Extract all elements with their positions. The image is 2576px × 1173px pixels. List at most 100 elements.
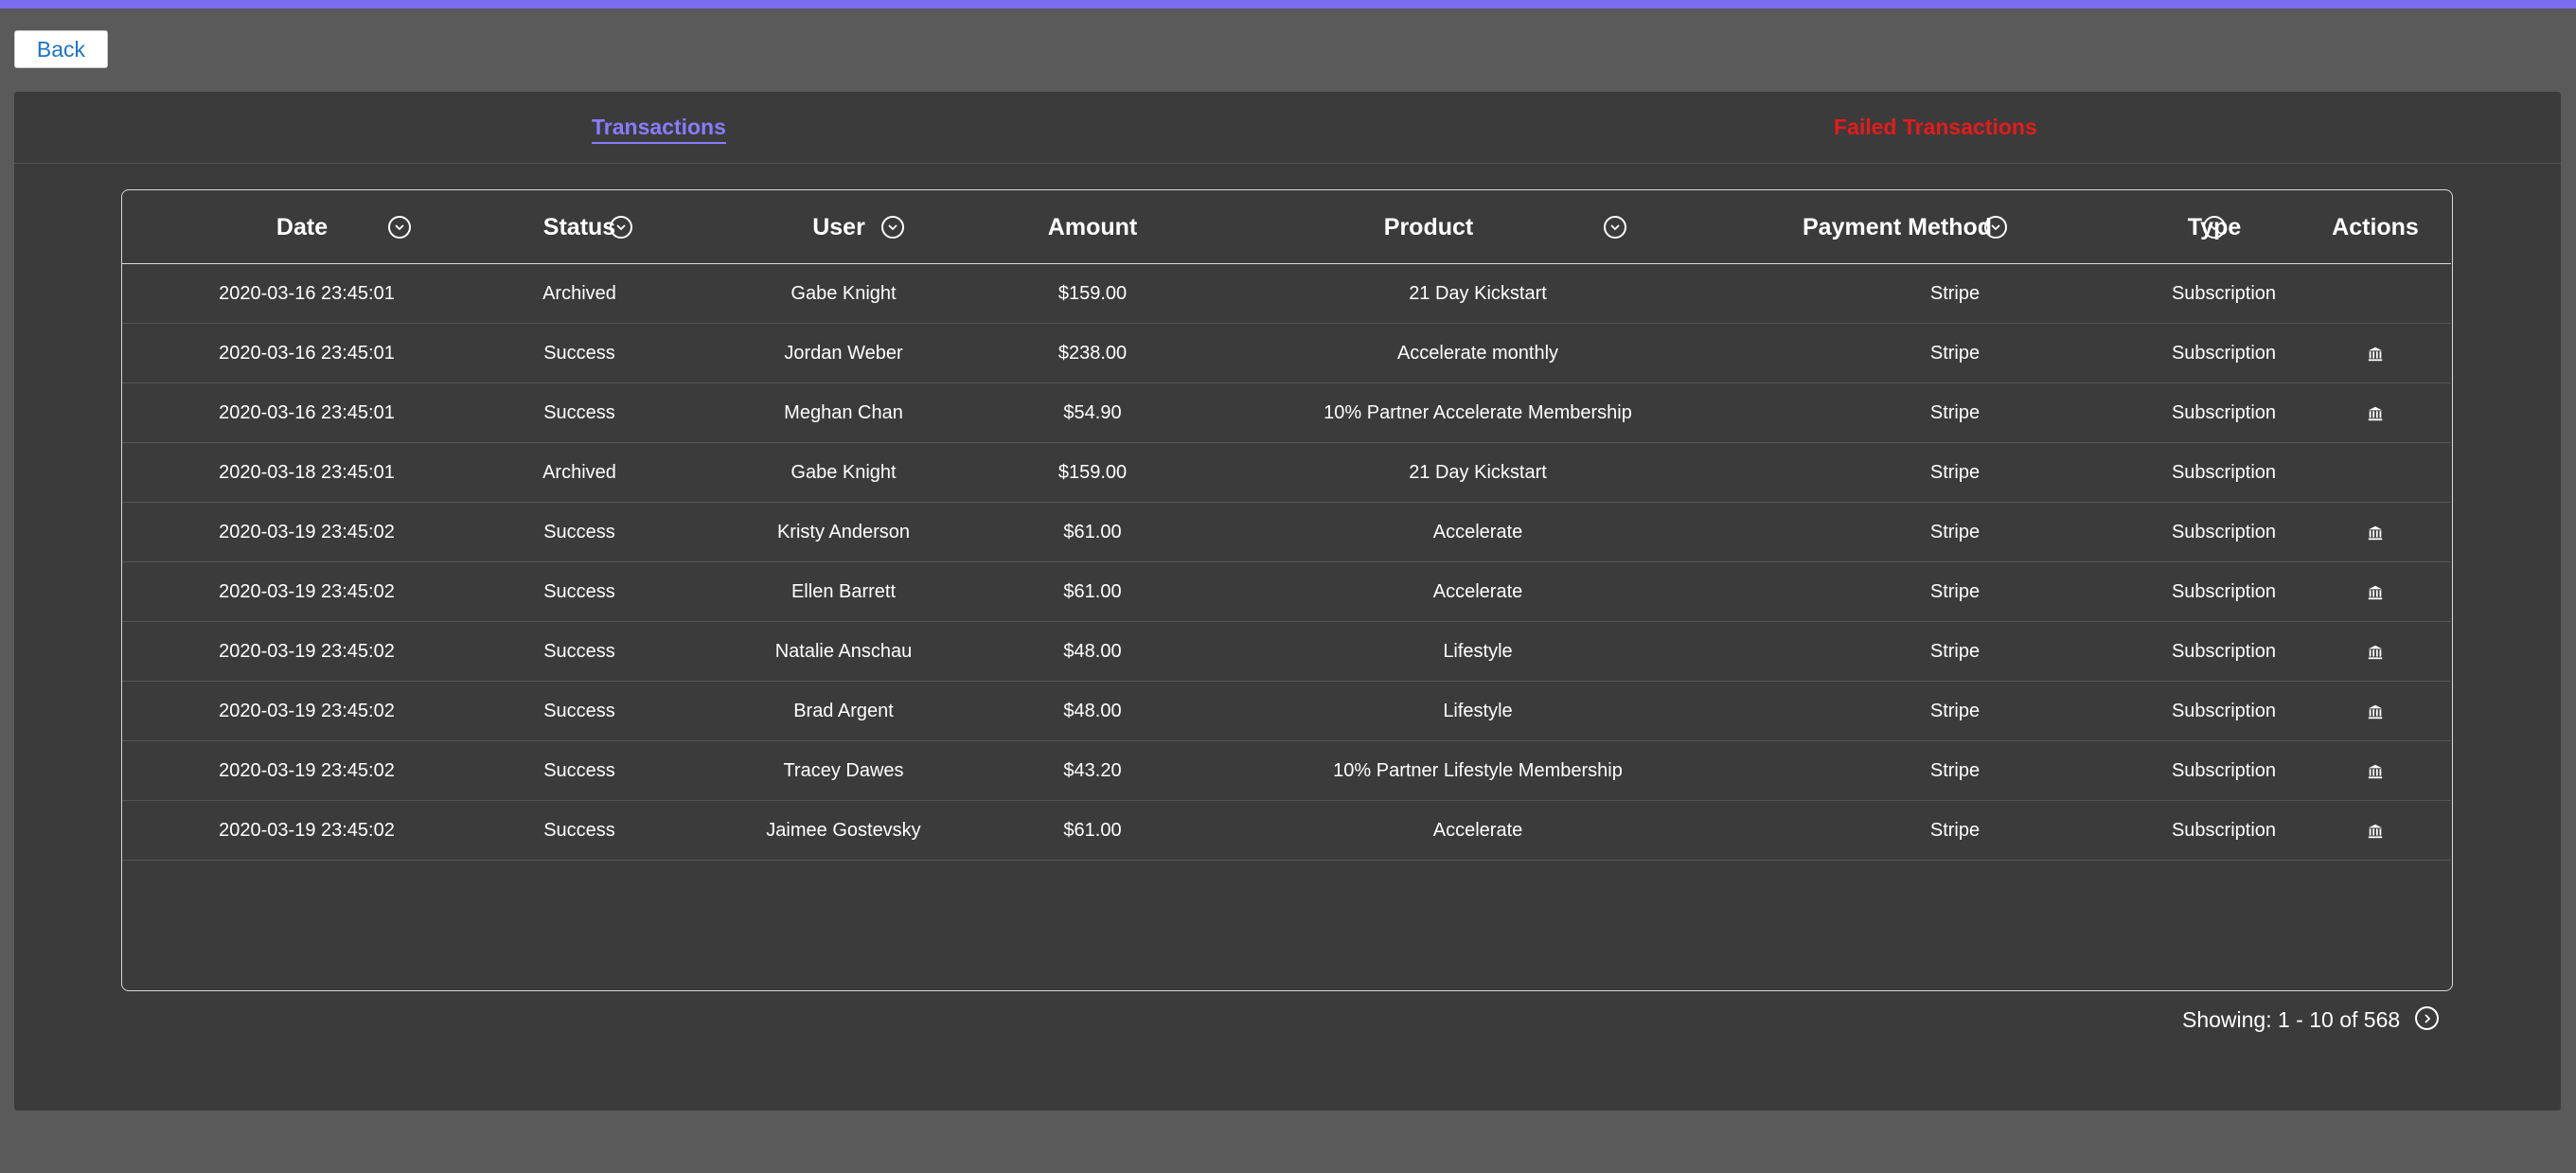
cell-amount: $54.90 (1063, 402, 1122, 423)
cell-actions (2337, 264, 2413, 324)
cell-date: 2020-03-16 23:45:01 (219, 343, 395, 364)
cell-status: Success (543, 343, 615, 364)
bank-icon[interactable] (2366, 822, 2385, 841)
cell-date: 2020-03-19 23:45:02 (219, 522, 395, 542)
tab-failed-transactions[interactable]: Failed Transactions (1834, 115, 2037, 142)
cell-amount: $159.00 (1057, 283, 1128, 304)
cell-amount: $61.00 (1063, 581, 1122, 602)
table-body: 2020-03-16 23:45:01 Archived Gabe Knight… (122, 264, 2451, 861)
cell-actions (2337, 383, 2413, 443)
cell-user: Jaimee Gostevsky (766, 820, 921, 841)
cell-product: Accelerate (1432, 820, 1523, 841)
cell-type: Subscription (2171, 462, 2277, 483)
cell-user: Tracey Dawes (783, 760, 904, 781)
bank-icon[interactable] (2366, 583, 2385, 602)
cell-product: Accelerate monthly (1396, 343, 1559, 364)
table-row: 2020-03-16 23:45:01 Archived Gabe Knight… (122, 264, 2451, 324)
cell-status: Archived (542, 462, 616, 483)
header-actions-label: Actions (2332, 213, 2419, 240)
cell-date: 2020-03-19 23:45:02 (219, 820, 395, 841)
bank-icon[interactable] (2366, 702, 2385, 721)
sort-payment-method-chevron-down-icon[interactable] (1984, 216, 2007, 239)
cell-amount: $159.00 (1057, 462, 1128, 483)
header-status-label: Status (542, 213, 616, 240)
bank-icon[interactable] (2366, 524, 2385, 542)
cell-status: Success (543, 581, 615, 602)
header-actions: Actions (2300, 190, 2451, 264)
table-row: 2020-03-19 23:45:02 Success Natalie Ansc… (122, 622, 2451, 682)
cell-payment-method: Stripe (1929, 283, 1981, 304)
header-product-label: Product (1383, 213, 1474, 240)
top-accent-bar (0, 0, 2576, 9)
cell-type: Subscription (2171, 701, 2277, 721)
sort-product-chevron-down-icon[interactable] (1604, 216, 1626, 239)
table-row: 2020-03-16 23:45:01 Success Meghan Chan … (122, 383, 2451, 443)
header-amount: Amount (1022, 190, 1164, 264)
cell-product: 21 Day Kickstart (1409, 462, 1547, 483)
transactions-panel: Transactions Failed Transactions Date St… (14, 92, 2561, 1111)
sort-date-chevron-down-icon[interactable] (388, 216, 411, 239)
header-status: Status (504, 190, 655, 264)
cell-amount: $48.00 (1063, 641, 1122, 662)
cell-status: Success (543, 760, 615, 781)
cell-status: Success (543, 522, 615, 542)
cell-status: Success (543, 641, 615, 662)
bank-icon[interactable] (2366, 345, 2385, 364)
cell-product: 21 Day Kickstart (1409, 283, 1547, 304)
header-user-label: User (812, 213, 865, 240)
cell-type: Subscription (2171, 760, 2277, 781)
cell-type: Subscription (2171, 820, 2277, 841)
back-button[interactable]: Back (14, 30, 108, 68)
sort-status-chevron-down-icon[interactable] (610, 216, 632, 239)
cell-amount: $48.00 (1063, 701, 1122, 721)
transactions-table: Date Status User Amount Product Payment … (121, 189, 2453, 991)
cell-payment-method: Stripe (1929, 641, 1981, 662)
cell-user: Gabe Knight (791, 283, 897, 304)
cell-amount: $238.00 (1057, 343, 1128, 364)
cell-status: Success (543, 820, 615, 841)
cell-date: 2020-03-19 23:45:02 (219, 760, 395, 781)
cell-user: Kristy Anderson (776, 522, 911, 542)
cell-status: Archived (542, 283, 616, 304)
cell-payment-method: Stripe (1929, 581, 1981, 602)
cell-payment-method: Stripe (1929, 522, 1981, 542)
cell-date: 2020-03-16 23:45:01 (219, 402, 395, 423)
next-page-chevron-right-icon[interactable] (2415, 1006, 2439, 1030)
cell-amount: $61.00 (1063, 522, 1122, 542)
sort-type-chevron-down-icon[interactable] (2203, 216, 2226, 239)
cell-date: 2020-03-16 23:45:01 (219, 283, 395, 304)
header-payment-method-label: Payment Method (1802, 213, 1993, 240)
tab-transactions[interactable]: Transactions (592, 115, 726, 144)
table-row: 2020-03-19 23:45:02 Success Tracey Dawes… (122, 741, 2451, 801)
sort-user-chevron-down-icon[interactable] (881, 216, 904, 239)
table-row: 2020-03-18 23:45:01 Archived Gabe Knight… (122, 443, 2451, 503)
bank-icon[interactable] (2366, 762, 2385, 781)
cell-user: Natalie Anschau (774, 641, 913, 662)
header-amount-label: Amount (1047, 213, 1138, 240)
pagination-status: Showing: 1 - 10 of 568 (2182, 1007, 2401, 1032)
cell-actions (2337, 562, 2413, 622)
header-date: Date (245, 190, 359, 264)
cell-payment-method: Stripe (1929, 701, 1981, 721)
cell-product: Lifestyle (1443, 701, 1513, 721)
table-header: Date Status User Amount Product Payment … (122, 190, 2451, 264)
table-row: 2020-03-16 23:45:01 Success Jordan Weber… (122, 324, 2451, 383)
tab-bar: Transactions Failed Transactions (14, 92, 2561, 164)
cell-type: Subscription (2171, 522, 2277, 542)
cell-type: Subscription (2171, 402, 2277, 423)
cell-user: Gabe Knight (791, 462, 897, 483)
table-row: 2020-03-19 23:45:02 Success Jaimee Goste… (122, 801, 2451, 861)
cell-actions (2337, 503, 2413, 562)
bank-icon[interactable] (2366, 404, 2385, 423)
header-product: Product (1334, 190, 1523, 264)
cell-type: Subscription (2171, 283, 2277, 304)
table-row: 2020-03-19 23:45:02 Success Kristy Ander… (122, 503, 2451, 562)
cell-actions (2337, 801, 2413, 861)
cell-actions (2337, 682, 2413, 741)
cell-user: Brad Argent (793, 701, 894, 721)
table-row: 2020-03-19 23:45:02 Success Brad Argent … (122, 682, 2451, 741)
bank-icon[interactable] (2366, 643, 2385, 662)
cell-date: 2020-03-18 23:45:01 (219, 462, 395, 483)
cell-user: Jordan Weber (784, 343, 903, 364)
cell-date: 2020-03-19 23:45:02 (219, 581, 395, 602)
